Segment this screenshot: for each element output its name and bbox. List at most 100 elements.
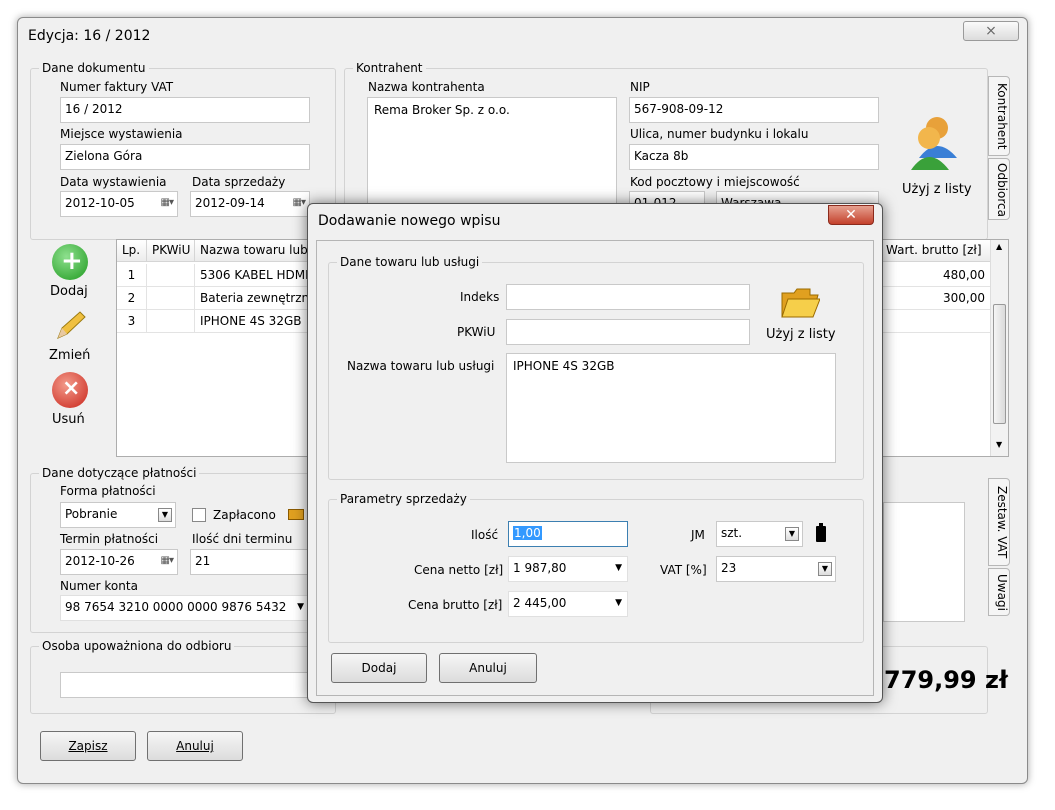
calendar-icon[interactable]: ▦▾ bbox=[161, 555, 175, 566]
postal-label: Kod pocztowy i miejscowość bbox=[630, 175, 800, 189]
pkwiu-input[interactable] bbox=[506, 319, 750, 345]
nip-input[interactable]: 567-908-09-12 bbox=[629, 97, 879, 123]
use-product-list-button[interactable]: Użyj z listy bbox=[762, 285, 838, 347]
header-pkwiu[interactable]: PKWiU bbox=[147, 240, 195, 262]
table-cell-pkwiu[interactable] bbox=[147, 264, 195, 287]
issue-date-value: 2012-10-05 bbox=[65, 196, 135, 210]
dialog-title: Dodawanie nowego wpisu bbox=[318, 213, 501, 229]
document-group-label: Dane dokumentu bbox=[39, 61, 149, 75]
dialog-cancel-button[interactable]: Anuluj bbox=[439, 653, 537, 683]
gross-price-select[interactable]: 2 445,00 ▼ bbox=[508, 591, 628, 617]
delete-item-button[interactable]: × Usuń bbox=[48, 372, 92, 430]
quantity-label: Ilość bbox=[471, 528, 499, 542]
due-date-picker[interactable]: 2012-10-26 ▦▾ bbox=[60, 549, 178, 575]
table-cell-pkwiu[interactable] bbox=[147, 287, 195, 310]
chevron-down-icon[interactable]: ▼ bbox=[297, 602, 304, 612]
issue-place-label: Miejsce wystawienia bbox=[60, 127, 183, 141]
paid-label: Zapłacono bbox=[213, 508, 276, 522]
chevron-down-icon[interactable]: ▼ bbox=[785, 527, 799, 541]
card-icon bbox=[288, 509, 304, 520]
dialog-close-button[interactable]: ✕ bbox=[828, 205, 874, 225]
payment-group-label: Dane dotyczące płatności bbox=[39, 466, 200, 480]
tab-zestaw-vat[interactable]: Zestaw. VAT bbox=[988, 478, 1010, 566]
nip-label: NIP bbox=[630, 80, 650, 94]
product-name-input[interactable]: IPHONE 4S 32GB bbox=[506, 353, 836, 463]
add-label: Dodaj bbox=[50, 284, 88, 299]
issue-date-picker[interactable]: 2012-10-05 ▦▾ bbox=[60, 191, 178, 217]
unit-value: szt. bbox=[721, 526, 743, 540]
calendar-icon[interactable]: ▦▾ bbox=[161, 197, 175, 208]
issue-place-input[interactable]: Zielona Góra bbox=[60, 144, 310, 170]
net-price-select[interactable]: 1 987,80 ▼ bbox=[508, 556, 628, 582]
notes-area[interactable] bbox=[883, 502, 965, 622]
header-gross[interactable]: Wart. brutto [zł] bbox=[881, 240, 991, 262]
add-item-button[interactable]: + Dodaj bbox=[48, 244, 92, 302]
table-cell-lp[interactable]: 1 bbox=[117, 264, 147, 287]
issue-date-label: Data wystawienia bbox=[60, 175, 167, 189]
header-lp[interactable]: Lp. bbox=[117, 240, 147, 262]
chevron-down-icon[interactable]: ▼ bbox=[615, 598, 622, 608]
save-button[interactable]: Zapisz bbox=[40, 731, 136, 761]
days-input[interactable]: 21 bbox=[190, 549, 310, 575]
street-input[interactable]: Kacza 8b bbox=[629, 144, 879, 170]
tab-kontrahent[interactable]: Kontrahent bbox=[988, 76, 1010, 156]
scroll-up-icon[interactable]: ▲ bbox=[996, 242, 1002, 251]
dialog-body: Dane towaru lub usługi Indeks PKWiU Użyj… bbox=[316, 240, 874, 696]
calendar-icon[interactable]: ▦▾ bbox=[293, 197, 307, 208]
edit-label: Zmień bbox=[49, 348, 91, 363]
unit-label: JM bbox=[691, 528, 705, 542]
account-select[interactable]: 98 7654 3210 0000 0000 9876 5432 ▼ bbox=[60, 595, 310, 621]
days-label: Ilość dni terminu bbox=[192, 532, 293, 546]
quantity-value: 1,00 bbox=[513, 526, 542, 540]
use-list-label: Użyj z listy bbox=[902, 182, 972, 197]
use-contractor-list-button[interactable]: Użyj z listy bbox=[896, 114, 972, 204]
table-cell-lp[interactable]: 3 bbox=[117, 310, 147, 333]
receiver-group-label: Osoba upoważniona do odbioru bbox=[39, 639, 235, 653]
product-group-label: Dane towaru lub usługi bbox=[337, 255, 483, 269]
vat-select[interactable]: 23 ▼ bbox=[716, 556, 836, 582]
index-input[interactable] bbox=[506, 284, 750, 310]
scroll-thumb[interactable] bbox=[993, 304, 1006, 424]
edit-item-button[interactable]: Zmień bbox=[48, 308, 92, 366]
chevron-down-icon[interactable]: ▼ bbox=[818, 562, 832, 576]
total-amount: 779,99 zł bbox=[884, 666, 1008, 694]
scroll-down-icon[interactable]: ▼ bbox=[996, 440, 1002, 449]
gross-price-label: Cena brutto [zł] bbox=[408, 598, 503, 612]
table-cell-gross[interactable] bbox=[881, 310, 991, 333]
quantity-input[interactable]: 1,00 bbox=[508, 521, 628, 547]
net-price-label: Cena netto [zł] bbox=[414, 563, 504, 577]
payment-form-select[interactable]: Pobranie ▼ bbox=[60, 502, 176, 528]
contractor-group-label: Kontrahent bbox=[353, 61, 426, 75]
window-close-button[interactable]: ⨯ bbox=[963, 21, 1019, 41]
paid-checkbox[interactable] bbox=[192, 508, 206, 522]
unit-select[interactable]: szt. ▼ bbox=[716, 521, 803, 547]
due-date-label: Termin płatności bbox=[60, 532, 159, 546]
add-entry-dialog: Dodawanie nowego wpisu ✕ Dane towaru lub… bbox=[307, 203, 883, 703]
invoice-number-input[interactable]: 16 / 2012 bbox=[60, 97, 310, 123]
pkwiu-label: PKWiU bbox=[457, 325, 496, 339]
dialog-add-button[interactable]: Dodaj bbox=[331, 653, 427, 683]
tab-odbiorca[interactable]: Odbiorca bbox=[988, 158, 1010, 220]
folder-icon bbox=[781, 288, 820, 318]
sale-date-value: 2012-09-14 bbox=[195, 196, 265, 210]
net-price-value: 1 987,80 bbox=[513, 561, 567, 575]
cancel-button[interactable]: Anuluj bbox=[147, 731, 243, 761]
sale-date-picker[interactable]: 2012-09-14 ▦▾ bbox=[190, 191, 310, 217]
chevron-down-icon[interactable]: ▼ bbox=[158, 508, 172, 522]
battery-icon bbox=[816, 523, 826, 542]
users-icon bbox=[911, 117, 957, 170]
invoice-number-label: Numer faktury VAT bbox=[60, 80, 174, 94]
table-cell-gross[interactable]: 480,00 bbox=[881, 264, 991, 287]
table-cell-gross[interactable]: 300,00 bbox=[881, 287, 991, 310]
street-label: Ulica, numer budynku i lokalu bbox=[630, 127, 809, 141]
table-scrollbar[interactable]: ▲ ▼ bbox=[990, 240, 1008, 456]
product-name-label: Nazwa towaru lub usługi bbox=[347, 359, 495, 373]
receiver-input[interactable] bbox=[60, 672, 310, 698]
chevron-down-icon[interactable]: ▼ bbox=[615, 563, 622, 573]
table-cell-pkwiu[interactable] bbox=[147, 310, 195, 333]
vat-label: VAT [%] bbox=[660, 563, 707, 577]
tab-uwagi[interactable]: Uwagi bbox=[988, 568, 1010, 616]
table-cell-lp[interactable]: 2 bbox=[117, 287, 147, 310]
account-value: 98 7654 3210 0000 0000 9876 5432 bbox=[65, 600, 287, 614]
sale-date-label: Data sprzedaży bbox=[192, 175, 286, 189]
